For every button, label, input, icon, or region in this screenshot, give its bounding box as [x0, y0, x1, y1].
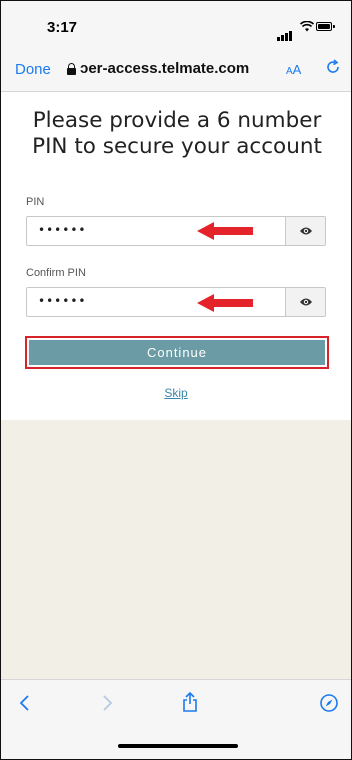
lock-icon — [67, 62, 76, 75]
status-bar: 3:17 — [1, 1, 351, 51]
pin-field[interactable]: •••••• — [26, 216, 326, 246]
continue-button[interactable]: Continue — [29, 340, 325, 365]
eye-icon — [299, 298, 312, 306]
pin-label: PIN — [26, 196, 45, 208]
share-icon[interactable] — [182, 691, 198, 718]
confirm-pin-label: Confirm PIN — [26, 267, 86, 279]
show-confirm-pin-toggle[interactable] — [285, 288, 325, 316]
phone-screen: 3:17 Done ɔer-access.telmate.com AA Plea… — [0, 0, 352, 760]
eye-icon — [299, 227, 312, 235]
compass-icon[interactable] — [319, 693, 339, 718]
show-pin-toggle[interactable] — [285, 217, 325, 245]
address-bar[interactable]: ɔer-access.telmate.com — [67, 60, 249, 77]
refresh-icon[interactable] — [325, 59, 341, 80]
text-size-button[interactable]: AA — [286, 62, 301, 77]
battery-icon — [316, 22, 335, 31]
browser-toolbar: Done ɔer-access.telmate.com AA — [1, 51, 351, 92]
done-button[interactable]: Done — [15, 61, 51, 78]
status-time: 3:17 — [47, 19, 78, 36]
page-title: Please provide a 6 number PIN to secure … — [32, 108, 322, 159]
confirm-pin-field[interactable]: •••••• — [26, 287, 326, 317]
browser-bottom-bar — [1, 679, 351, 759]
annotation-arrow — [197, 294, 253, 312]
continue-highlight: Continue — [25, 336, 329, 369]
forward-icon[interactable] — [101, 694, 113, 717]
page-background — [1, 420, 351, 679]
wifi-icon — [299, 20, 315, 35]
confirm-pin-value: •••••• — [38, 294, 87, 308]
home-indicator[interactable] — [118, 744, 238, 748]
back-icon[interactable] — [19, 694, 31, 717]
page-content: Please provide a 6 number PIN to secure … — [1, 92, 351, 420]
pin-value: •••••• — [38, 223, 87, 237]
skip-link[interactable]: Skip — [1, 386, 351, 400]
signal-icon — [277, 23, 293, 41]
annotation-arrow — [197, 222, 253, 240]
url-text: ɔer-access.telmate.com — [80, 60, 250, 77]
